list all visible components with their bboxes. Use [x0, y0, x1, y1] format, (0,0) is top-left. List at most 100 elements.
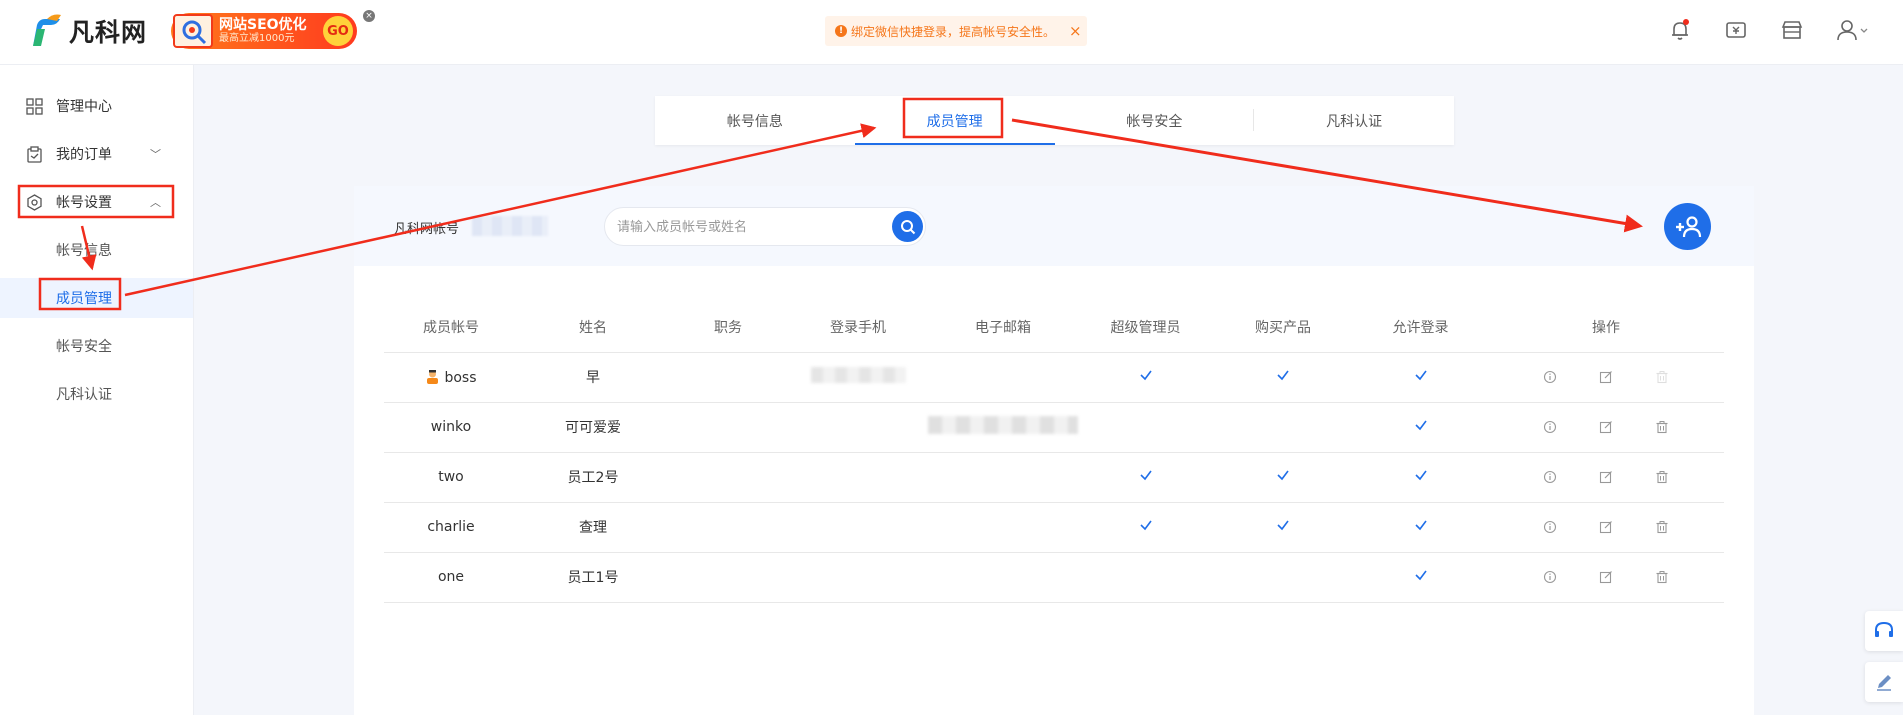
cell-buy-product[interactable]	[1213, 502, 1353, 553]
sidebar-sub-account-info[interactable]: 帐号信息	[0, 230, 193, 270]
cell-buy-product[interactable]	[1213, 402, 1353, 453]
sidebar-sub-label: 成员管理	[56, 291, 112, 307]
promo-close-icon[interactable]: ×	[363, 10, 375, 22]
chevron-down-icon: ﹀	[150, 148, 161, 161]
delete-icon[interactable]	[1655, 470, 1669, 484]
info-icon[interactable]	[1543, 370, 1557, 384]
cell-super-admin[interactable]	[1078, 552, 1213, 603]
cell-buy-product[interactable]	[1213, 352, 1353, 403]
cell-buy-product[interactable]	[1213, 552, 1353, 603]
logo-text: 凡科网	[69, 18, 148, 47]
cell-buy-product[interactable]	[1213, 452, 1353, 503]
account-label: 凡科网帐号	[394, 222, 460, 237]
sidebar-item-orders[interactable]: 我的订单 ﹀	[0, 134, 193, 174]
notice-close-icon[interactable]: ×	[1069, 22, 1082, 40]
cell-super-admin[interactable]	[1078, 352, 1213, 403]
sidebar-item-label: 帐号设置	[56, 195, 112, 211]
customer-service-button[interactable]	[1865, 611, 1903, 651]
info-icon[interactable]	[1543, 570, 1557, 584]
cell-email	[928, 352, 1078, 403]
tab-label: 帐号安全	[1126, 113, 1183, 130]
tab-label: 帐号信息	[726, 113, 783, 130]
tab-certification[interactable]: 凡科认证	[1254, 96, 1454, 145]
member-table-body: boss 早 winko 可可爱爱 two 员工2号 charlie 查理 one 员工1号	[384, 352, 1724, 603]
chevron-up-icon: ︿	[150, 196, 161, 209]
table-row: boss 早	[384, 352, 1724, 403]
cell-name: 员工1号	[518, 552, 668, 603]
cell-super-admin[interactable]	[1078, 502, 1213, 553]
sidebar-sub-certification[interactable]: 凡科认证	[0, 374, 193, 414]
cell-phone	[788, 452, 928, 503]
cell-allow-login[interactable]	[1353, 502, 1488, 553]
sidebar: 管理中心 我的订单 ﹀ 帐号设置 ︿ 帐号信息 成员管理 帐号安全 凡科认证	[0, 65, 194, 715]
delete-icon[interactable]	[1655, 420, 1669, 434]
member-toolbar: 凡科网帐号	[354, 186, 1754, 266]
add-user-icon	[1675, 215, 1701, 237]
edit-icon[interactable]	[1599, 370, 1613, 384]
edit-icon[interactable]	[1599, 470, 1613, 484]
sidebar-sub-account-security[interactable]: 帐号安全	[0, 326, 193, 366]
info-icon[interactable]	[1543, 420, 1557, 434]
headset-icon	[1875, 621, 1893, 637]
delete-icon[interactable]	[1655, 370, 1669, 384]
promo-go-button[interactable]: GO	[323, 16, 353, 46]
sidebar-item-label: 管理中心	[56, 99, 112, 115]
sidebar-sub-label: 凡科认证	[56, 387, 112, 403]
account-id-redacted	[472, 216, 548, 236]
edit-icon[interactable]	[1599, 420, 1613, 434]
grid-icon	[26, 97, 43, 115]
search-button[interactable]	[892, 211, 923, 242]
cell-name: 早	[518, 352, 668, 403]
ticket-icon[interactable]	[1724, 18, 1748, 42]
cell-super-admin[interactable]	[1078, 402, 1213, 453]
magnifier-promo-icon	[173, 14, 213, 48]
info-icon[interactable]	[1543, 520, 1557, 534]
feedback-button[interactable]	[1865, 662, 1903, 702]
sidebar-item-account-settings[interactable]: 帐号设置 ︿	[0, 182, 193, 222]
col-actions: 操作	[1488, 302, 1724, 353]
sidebar-sub-member-management[interactable]: 成员管理	[0, 278, 193, 318]
user-icon[interactable]	[1836, 18, 1870, 42]
cell-allow-login[interactable]	[1353, 552, 1488, 603]
cell-title	[668, 552, 788, 603]
info-icon[interactable]	[1543, 470, 1557, 484]
seo-promo-banner[interactable]: 网站SEO优化 最高立减1000元 GO	[171, 13, 357, 49]
edit-icon[interactable]	[1599, 520, 1613, 534]
sidebar-sub-label: 帐号安全	[56, 339, 112, 355]
cell-account: two	[384, 452, 518, 503]
bell-icon[interactable]	[1668, 18, 1692, 42]
site-logo[interactable]: 凡科网	[27, 13, 147, 49]
cell-allow-login[interactable]	[1353, 402, 1488, 453]
logo-mark-icon	[33, 14, 61, 46]
top-header: 凡科网 网站SEO优化 最高立减1000元 GO × ! 绑定微信快捷登录，提高…	[0, 0, 1903, 65]
cell-phone	[788, 502, 928, 553]
promo-title: 网站SEO优化	[219, 16, 307, 33]
delete-icon[interactable]	[1655, 520, 1669, 534]
cell-allow-login[interactable]	[1353, 352, 1488, 403]
warning-icon: !	[835, 25, 847, 37]
member-card: 凡科网帐号 成员帐号 姓名 职务	[354, 186, 1754, 715]
table-row: charlie 查理	[384, 502, 1724, 553]
edit-icon[interactable]	[1599, 570, 1613, 584]
cell-name: 员工2号	[518, 452, 668, 503]
col-title: 职务	[668, 302, 788, 353]
cell-email	[928, 552, 1078, 603]
store-icon[interactable]	[1780, 18, 1804, 42]
tab-label: 成员管理	[926, 113, 983, 130]
pen-icon	[1877, 675, 1891, 691]
tab-account-info[interactable]: 帐号信息	[655, 96, 855, 145]
member-search-input[interactable]	[617, 217, 887, 237]
add-member-button[interactable]	[1664, 203, 1711, 250]
notice-text[interactable]: 绑定微信快捷登录，提高帐号安全性。	[851, 23, 1055, 40]
cell-allow-login[interactable]	[1353, 452, 1488, 503]
cell-actions	[1488, 352, 1724, 403]
account-value: charlie	[427, 519, 475, 535]
sidebar-item-management[interactable]: 管理中心	[0, 86, 193, 126]
tab-member-management[interactable]: 成员管理	[854, 96, 1055, 145]
tab-label: 凡科认证	[1326, 113, 1383, 130]
cell-super-admin[interactable]	[1078, 452, 1213, 503]
delete-icon[interactable]	[1655, 570, 1669, 584]
settings-tabs: 帐号信息 成员管理 帐号安全 凡科认证	[655, 96, 1454, 145]
col-account: 成员帐号	[384, 302, 518, 353]
tab-account-security[interactable]: 帐号安全	[1055, 96, 1255, 145]
